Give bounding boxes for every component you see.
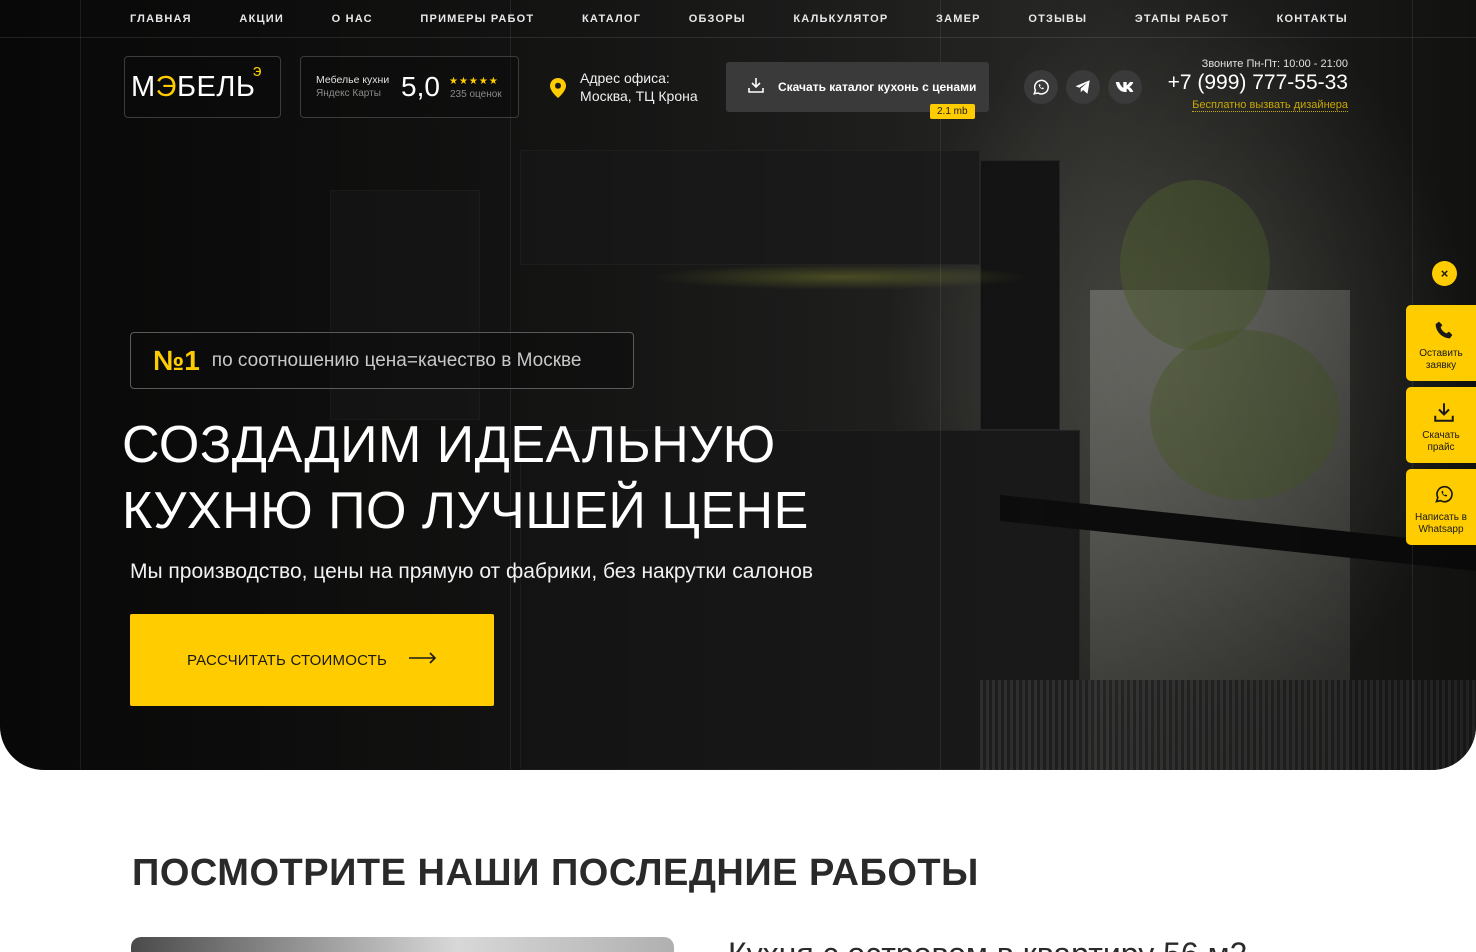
nav-item-contacts[interactable]: КОНТАКТЫ: [1277, 13, 1348, 25]
project-image[interactable]: [131, 937, 674, 952]
badge-number: №1: [153, 344, 200, 376]
logo-text: МЭБЕЛЬ: [131, 70, 256, 103]
side-widget-close-button[interactable]: ×: [1432, 261, 1457, 286]
project-title[interactable]: Кухня с островом в квартиру 56 м2: [728, 936, 1247, 952]
file-size-badge: 2.1 mb: [930, 104, 975, 119]
telegram-icon[interactable]: [1066, 70, 1100, 104]
address-label: Адрес офиса:: [580, 70, 670, 86]
calculate-cost-button[interactable]: РАССЧИТАТЬ СТОИМОСТЬ: [130, 614, 494, 706]
hero-title-line1: СОЗДАДИМ ИДЕАЛЬНУЮ: [122, 416, 776, 474]
grid-line: [1412, 0, 1413, 770]
nav-item-testimonials[interactable]: ОТЗЫВЫ: [1028, 13, 1087, 25]
hero-title: СОЗДАДИМ ИДЕАЛЬНУЮ КУХНЮ ПО ЛУЧШЕЙ ЦЕНЕ: [122, 412, 809, 544]
works-section-title: ПОСМОТРИТЕ НАШИ ПОСЛЕДНИЕ РАБОТЫ: [132, 852, 979, 894]
side-whatsapp-label: Написать в Whatsapp: [1414, 512, 1467, 535]
nav-item-measurement[interactable]: ЗАМЕР: [936, 13, 981, 25]
side-request-button[interactable]: Оставить заявку: [1406, 305, 1476, 381]
download-catalog-button[interactable]: Скачать каталог кухонь с ценами 2.1 mb: [726, 62, 989, 119]
nav-item-work-stages[interactable]: ЭТАПЫ РАБОТ: [1135, 13, 1229, 25]
whatsapp-icon: [1434, 485, 1454, 508]
yandex-rating[interactable]: Мебелье кухни Яндекс Карты 5,0 ★★★★★ 235…: [300, 56, 519, 118]
vk-icon[interactable]: [1108, 70, 1142, 104]
hero-subtitle: Мы производство, цены на прямую от фабри…: [130, 560, 814, 583]
location-pin-icon: [550, 78, 566, 103]
nav-item-catalog[interactable]: КАТАЛОГ: [582, 13, 641, 25]
phone-icon: [1434, 321, 1454, 344]
working-hours: Звоните Пн-Пт: 10:00 - 21:00: [1201, 58, 1348, 70]
logo-superscript: э: [253, 61, 262, 80]
rating-stars: ★★★★★: [449, 76, 499, 87]
rating-count: 235 оценок: [450, 89, 502, 100]
nav-item-home[interactable]: ГЛАВНАЯ: [130, 13, 192, 25]
cta-label: РАССЧИТАТЬ СТОИМОСТЬ: [186, 651, 388, 669]
nav-item-promotions[interactable]: АКЦИИ: [239, 13, 284, 25]
hero-badge: №1 по соотношению цена=качество в Москве: [130, 332, 634, 389]
nav-item-reviews-articles[interactable]: ОБЗОРЫ: [689, 13, 746, 25]
grid-line: [80, 0, 81, 770]
rating-company: Мебелье кухни: [316, 74, 390, 86]
side-request-label: Оставить заявку: [1419, 348, 1463, 371]
side-download-price-button[interactable]: Скачать прайс: [1406, 387, 1476, 463]
download-catalog-label: Скачать каталог кухонь с ценами: [778, 80, 977, 94]
side-download-label: Скачать прайс: [1422, 430, 1460, 453]
rating-source: Яндекс Карты: [316, 88, 381, 99]
download-icon: [748, 77, 764, 98]
phone-number[interactable]: +7 (999) 777-55-33: [1168, 71, 1348, 95]
nav-item-about[interactable]: О НАС: [332, 13, 373, 25]
logo[interactable]: МЭБЕЛЬ э: [124, 56, 281, 118]
nav-item-portfolio[interactable]: ПРИМЕРЫ РАБОТ: [420, 13, 534, 25]
download-icon: [1434, 403, 1454, 426]
call-designer-link[interactable]: Бесплатно вызвать дизайнера: [1192, 99, 1348, 112]
badge-text: по соотношению цена=качество в Москве: [211, 349, 582, 371]
contact-block: Звоните Пн-Пт: 10:00 - 21:00 +7 (999) 77…: [1168, 58, 1348, 113]
rating-score: 5,0: [401, 71, 440, 102]
top-nav: ГЛАВНАЯ АКЦИИ О НАС ПРИМЕРЫ РАБОТ КАТАЛО…: [0, 0, 1476, 38]
nav-item-calculator[interactable]: КАЛЬКУЛЯТОР: [793, 13, 888, 25]
hero-title-line2: КУХНЮ ПО ЛУЧШЕЙ ЦЕНЕ: [122, 482, 809, 540]
whatsapp-icon[interactable]: [1024, 70, 1058, 104]
arrow-right-icon: [387, 651, 437, 669]
side-whatsapp-button[interactable]: Написать в Whatsapp: [1406, 469, 1476, 545]
address-value: Москва, ТЦ Крона: [580, 88, 698, 104]
